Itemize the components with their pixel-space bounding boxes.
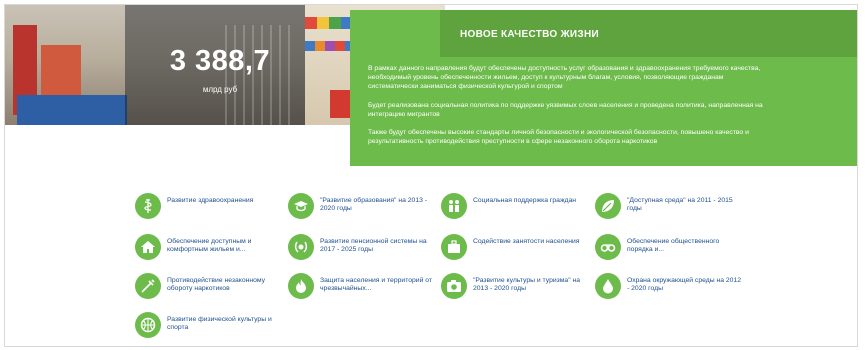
program-item-education[interactable]: "Развитие образования" на 2013 - 2020 го… [288, 193, 438, 223]
program-item-anti-drug[interactable]: Противодействие незаконному обороту нарк… [135, 273, 285, 303]
program-label: "Развитие культуры и туризма" на 2013 - … [473, 277, 581, 292]
program-label: Развитие физической культуры и спорта [167, 316, 272, 331]
syringe-icon [135, 273, 161, 299]
camera-icon [441, 273, 467, 299]
panel-paragraph: Также будут обеспечены высокие стандарты… [368, 129, 749, 145]
program-label: "Развитие образования" на 2013 - 2020 го… [320, 197, 428, 212]
program-label: Содействие занятости населения [473, 238, 580, 245]
budget-value: 3 388,7 [169, 45, 271, 77]
briefcase-icon [441, 234, 467, 260]
graduation-cap-icon [288, 193, 314, 219]
panel-title: НОВОЕ КАЧЕСТВО ЖИЗНИ [460, 29, 599, 40]
pension-laurel-icon [288, 234, 314, 260]
program-item-culture-tourism[interactable]: "Развитие культуры и туризма" на 2013 - … [441, 273, 591, 303]
program-item-emergency[interactable]: Защита населения и территорий от чрезвыч… [288, 273, 438, 303]
program-item-social-support[interactable]: Социальная поддержка граждан [441, 193, 591, 223]
program-item-housing[interactable]: Обеспечение доступным и комфортным жилье… [135, 234, 285, 264]
program-label: Противодействие незаконному обороту нарк… [167, 277, 266, 292]
program-label: Развитие здравоохранения [167, 197, 254, 204]
panel-header: НОВОЕ КАЧЕСТВО ЖИЗНИ [440, 10, 857, 57]
ball-icon [135, 312, 161, 338]
program-item-public-order[interactable]: Обеспечение общественного порядка и... [595, 234, 745, 264]
leaf-icon [595, 193, 621, 219]
program-label: Обеспечение общественного порядка и... [627, 238, 720, 253]
program-label: Развитие пенсионной системы на 2017 - 20… [320, 238, 427, 253]
house-icon [135, 234, 161, 260]
program-label: Защита населения и территорий от чрезвыч… [320, 277, 433, 292]
program-item-pension[interactable]: Развитие пенсионной системы на 2017 - 20… [288, 234, 438, 264]
budget-unit: млрд руб [202, 85, 238, 94]
program-item-environment[interactable]: Охрана окружающей среды на 2012 - 2020 г… [595, 273, 745, 303]
panel-paragraph: В рамках данного направления будут обесп… [368, 65, 761, 90]
medical-caduceus-icon [135, 193, 161, 219]
program-item-accessible-env[interactable]: "Доступная среда" на 2011 - 2015 годы [595, 193, 745, 223]
program-item-healthcare[interactable]: Развитие здравоохранения [135, 193, 285, 223]
panel-paragraph: Будет реализована социальная политика по… [368, 102, 763, 118]
direction-panel: НОВОЕ КАЧЕСТВО ЖИЗНИ В рамках данного на… [350, 10, 857, 166]
people-icon [441, 193, 467, 219]
handcuffs-icon [595, 234, 621, 260]
program-label: Социальная поддержка граждан [473, 197, 576, 204]
water-drop-icon [595, 273, 621, 299]
program-label: Охрана окружающей среды на 2012 - 2020 г… [627, 277, 742, 292]
page-frame: 3 388,7 млрд руб ⌄ НОВОЕ КАЧЕСТВО ЖИЗНИ … [4, 4, 858, 347]
program-label: "Доступная среда" на 2011 - 2015 годы [627, 197, 733, 212]
program-item-sport[interactable]: Развитие физической культуры и спорта [135, 312, 285, 342]
fire-icon [288, 273, 314, 299]
scroll-up-button[interactable]: ˄ [857, 133, 858, 145]
program-label: Обеспечение доступным и комфортным жилье… [167, 238, 252, 253]
program-item-employment[interactable]: Содействие занятости населения [441, 234, 591, 264]
